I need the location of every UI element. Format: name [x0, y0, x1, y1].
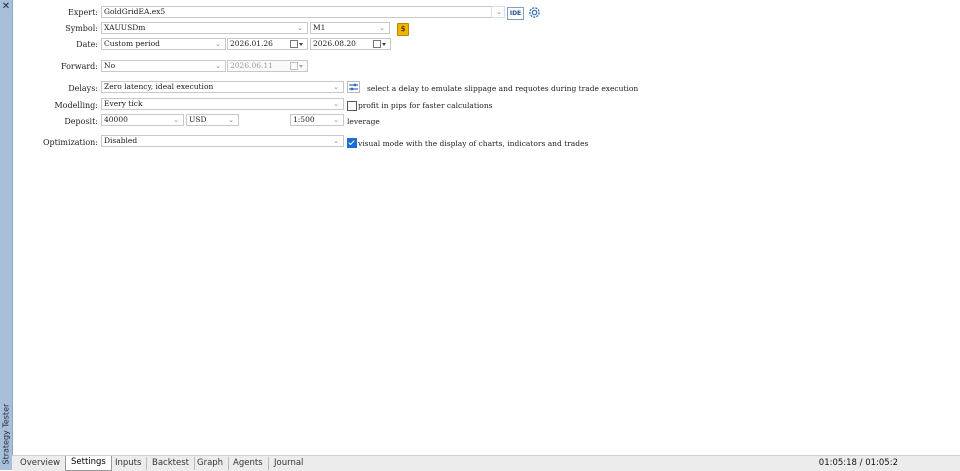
- profit-in-pips-checkbox[interactable]: [347, 101, 357, 111]
- gear-icon[interactable]: [528, 6, 541, 19]
- chevron-down-icon: ⌄: [297, 24, 303, 32]
- chevron-down-icon: ⌄: [215, 40, 221, 48]
- visual-mode-checkbox[interactable]: [347, 138, 357, 148]
- date-from-value: 2026.01.26: [230, 39, 273, 48]
- chevron-down-icon: ⌄: [333, 100, 339, 108]
- visual-mode-label: visual mode with the display of charts, …: [358, 139, 589, 148]
- expert-label: Expert:: [68, 8, 98, 17]
- symbol-select[interactable]: XAUUSDm ⌄: [101, 22, 308, 34]
- chevron-down-icon: ⌄: [228, 116, 234, 124]
- leverage-select[interactable]: 1:500 ⌄: [290, 114, 344, 126]
- date-period-value: Custom period: [104, 39, 160, 48]
- tab-inputs[interactable]: Inputs: [110, 457, 148, 470]
- delays-note: select a delay to emulate slippage and r…: [367, 84, 639, 93]
- leverage-label: leverage: [347, 117, 380, 126]
- chevron-down-icon: ⌄: [496, 8, 502, 16]
- delay-settings-icon[interactable]: [347, 81, 360, 93]
- forward-label: Forward:: [60, 62, 98, 71]
- forward-select[interactable]: No ⌄: [101, 60, 226, 72]
- timeframe-select[interactable]: M1 ⌄: [310, 22, 390, 34]
- optimization-select[interactable]: Disabled ⌄: [101, 135, 344, 147]
- tab-backtest[interactable]: Backtest: [147, 457, 195, 470]
- status-clock: 01:05:18 / 01:05:2: [818, 458, 898, 468]
- expert-select[interactable]: GoldGridEA.ex5: [101, 6, 492, 18]
- profit-in-pips-label: profit in pips for faster calculations: [358, 101, 493, 110]
- forward-date-field: 2026.06.11: [227, 60, 308, 72]
- delays-select[interactable]: Zero latency, ideal execution ⌄: [101, 81, 344, 93]
- forward-date-value: 2026.06.11: [230, 61, 273, 70]
- date-from-field[interactable]: 2026.01.26: [227, 38, 308, 50]
- currency-select[interactable]: USD ⌄: [186, 114, 239, 126]
- date-to-value: 2026.08.20: [313, 39, 356, 48]
- expert-value: GoldGridEA.ex5: [104, 7, 166, 16]
- delays-value: Zero latency, ideal execution: [104, 82, 214, 91]
- tab-overview[interactable]: Overview: [15, 457, 67, 470]
- panel-title: Strategy Tester: [1, 403, 11, 465]
- leverage-value: 1:500: [293, 115, 315, 124]
- tab-settings[interactable]: Settings: [65, 456, 112, 471]
- modelling-label: Modelling:: [54, 101, 98, 110]
- delays-label: Delays:: [68, 84, 98, 93]
- tab-graph[interactable]: Graph: [192, 457, 230, 470]
- modelling-select[interactable]: Every tick ⌄: [101, 98, 344, 110]
- date-to-field[interactable]: 2026.08.20: [310, 38, 391, 50]
- date-label: Date:: [76, 40, 98, 49]
- currency-value: USD: [189, 115, 207, 124]
- tester-tab-bar: Overview Settings Inputs Backtest Graph …: [12, 455, 960, 471]
- ide-button[interactable]: IDE: [507, 7, 524, 20]
- chevron-down-icon: ⌄: [215, 62, 221, 70]
- deposit-label: Deposit:: [64, 117, 98, 126]
- calendar-icon: [290, 62, 304, 70]
- chevron-down-icon: ⌄: [333, 116, 339, 124]
- tab-journal[interactable]: Journal: [269, 457, 308, 470]
- timeframe-value: M1: [313, 23, 326, 32]
- optimization-label: Optimization:: [42, 138, 98, 147]
- forward-value: No: [104, 61, 116, 70]
- expert-dropdown-button[interactable]: ⌄: [491, 6, 505, 18]
- calendar-icon[interactable]: [373, 40, 387, 48]
- chevron-down-icon: ⌄: [333, 137, 339, 145]
- symbol-value: XAUUSDm: [104, 23, 146, 32]
- tab-agents[interactable]: Agents: [228, 457, 269, 470]
- symbol-properties-icon[interactable]: $: [397, 23, 409, 36]
- modelling-value: Every tick: [104, 99, 143, 108]
- chevron-down-icon: ⌄: [379, 24, 385, 32]
- calendar-icon[interactable]: [290, 40, 304, 48]
- optimization-value: Disabled: [104, 136, 138, 145]
- date-period-select[interactable]: Custom period ⌄: [101, 38, 226, 50]
- deposit-value: 40000: [104, 115, 128, 124]
- chevron-down-icon: ⌄: [173, 116, 179, 124]
- chevron-down-icon: ⌄: [333, 83, 339, 91]
- symbol-label: Symbol:: [65, 24, 98, 33]
- deposit-select[interactable]: 40000 ⌄: [101, 114, 184, 126]
